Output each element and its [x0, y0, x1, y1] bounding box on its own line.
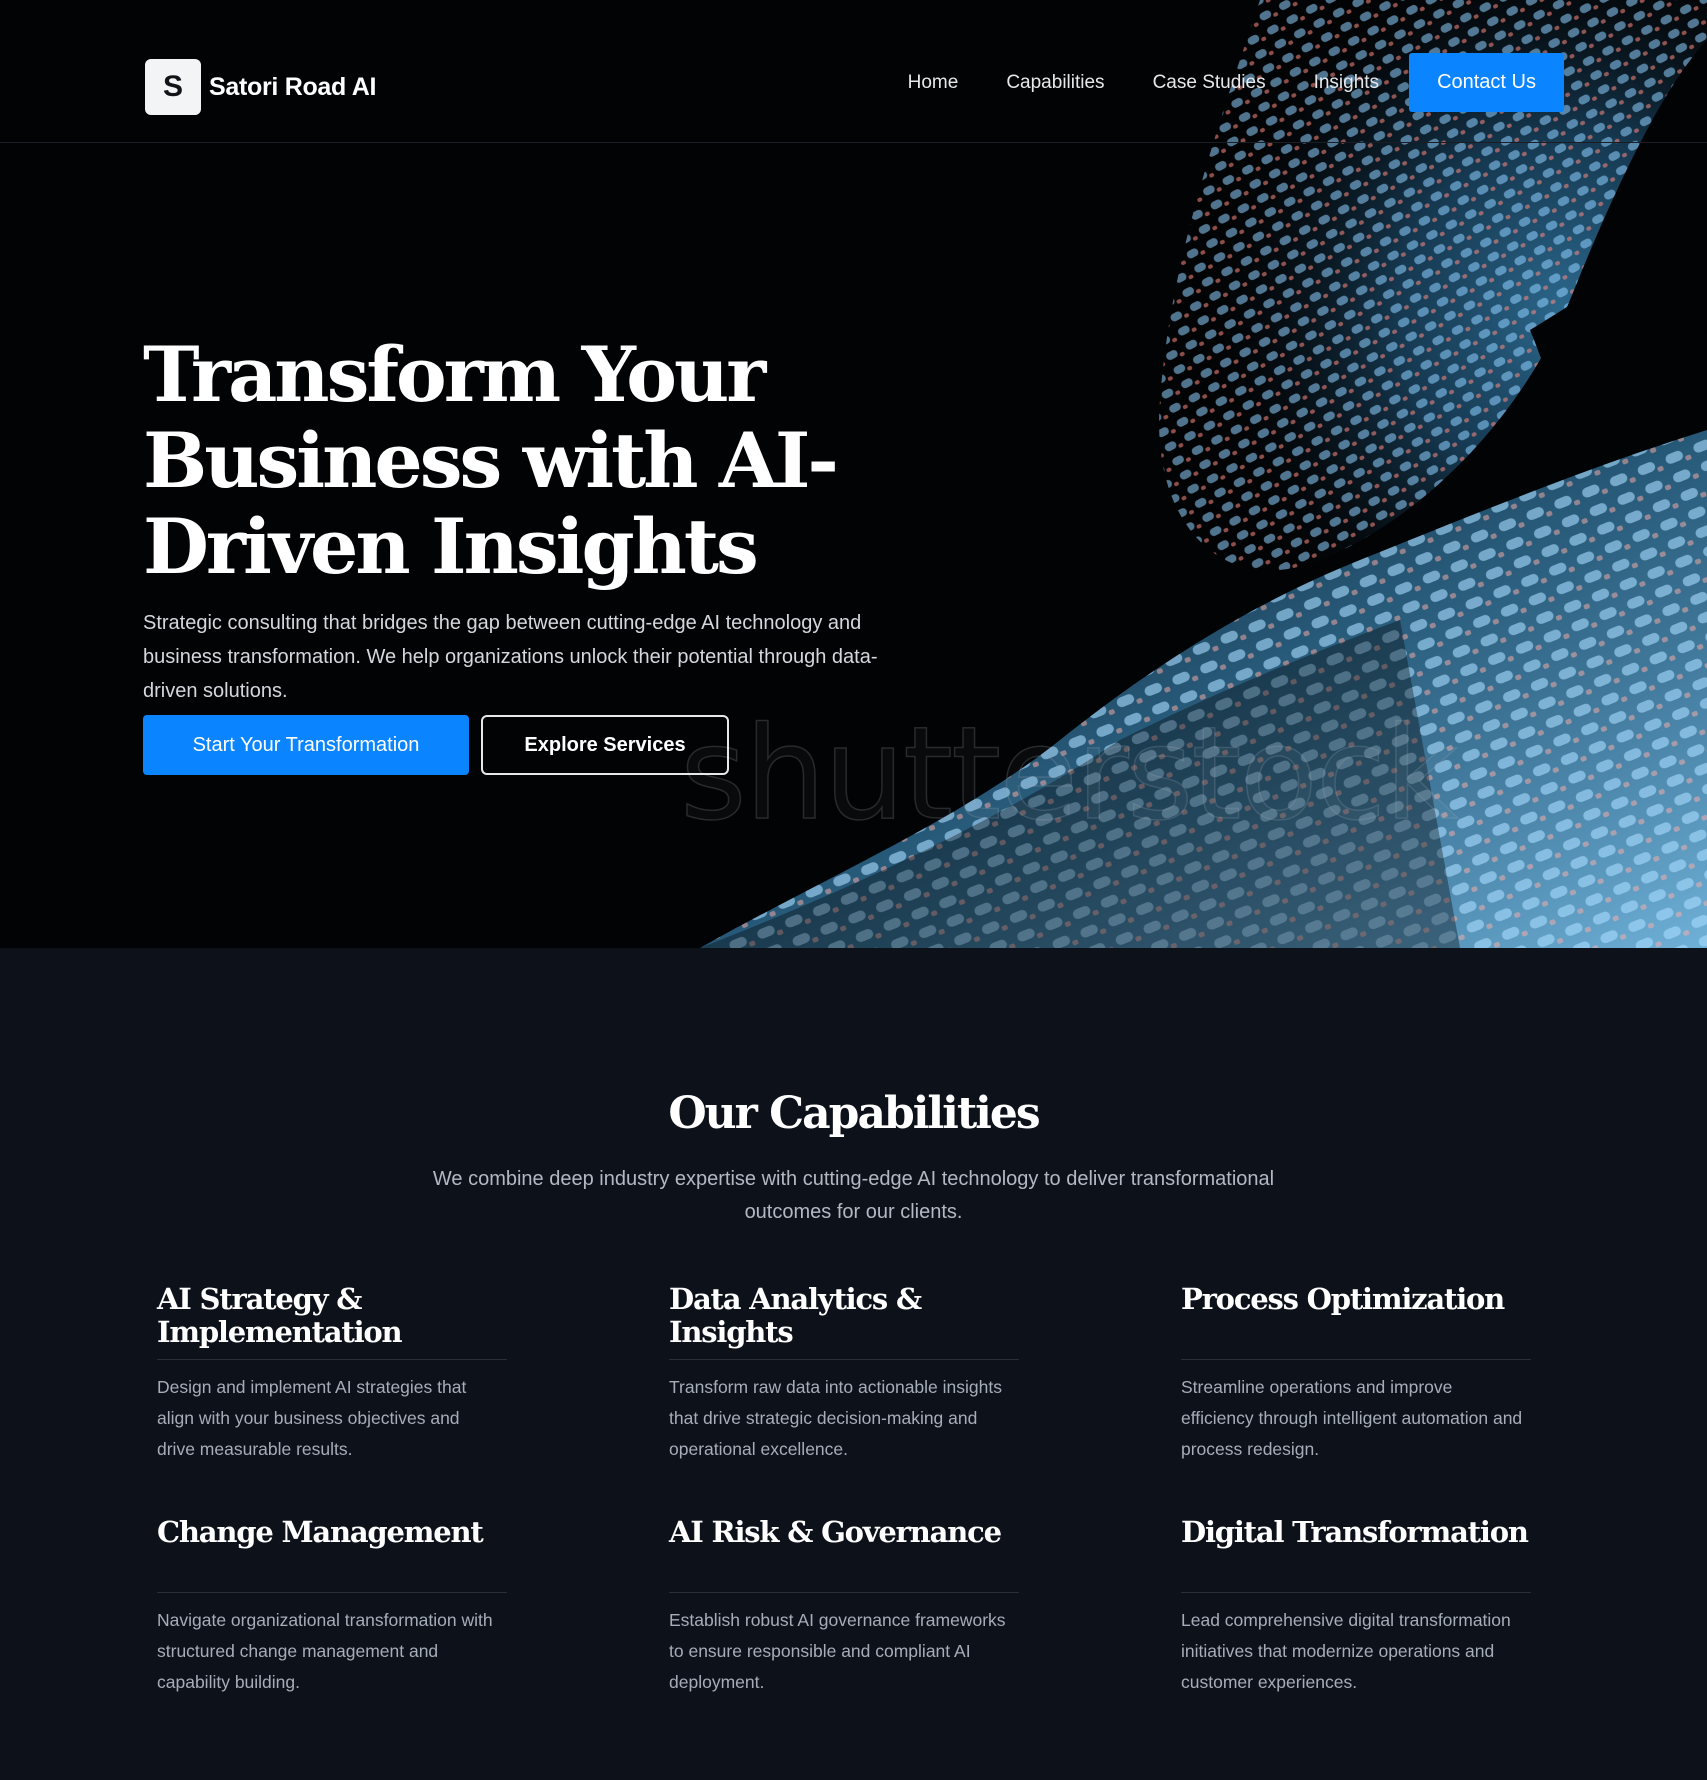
capability-title: AI Strategy & Implementation [157, 1283, 507, 1360]
capability-title: Digital Transformation [1181, 1516, 1531, 1593]
start-transformation-button[interactable]: Start Your Transformation [143, 715, 469, 775]
brand-name: Satori Road AI [209, 72, 377, 101]
capability-card-ai-risk-governance: AI Risk & Governance Establish robust AI… [669, 1516, 1019, 1698]
capability-card-process-optimization: Process Optimization Streamline operatio… [1181, 1283, 1531, 1465]
capabilities-section: Our Capabilities We combine deep industr… [0, 948, 1707, 1780]
capability-title: AI Risk & Governance [669, 1516, 1019, 1593]
capability-description: Transform raw data into actionable insig… [669, 1377, 1002, 1459]
capability-description: Design and implement AI strategies that … [157, 1377, 467, 1459]
page: shutterstock Transform Your Business wit… [0, 0, 1707, 1780]
capabilities-title: Our Capabilities [668, 1088, 1040, 1139]
capability-title: Change Management [157, 1516, 507, 1593]
explore-services-button[interactable]: Explore Services [481, 715, 729, 775]
top-navigation: S Satori Road AI Home Capabilities Case … [0, 0, 1707, 143]
capability-card-ai-strategy: AI Strategy & Implementation Design and … [157, 1283, 507, 1465]
nav-item-home[interactable]: Home [908, 72, 959, 94]
nav-item-insights[interactable]: Insights [1314, 72, 1379, 94]
logo-mark-icon: S [145, 59, 201, 115]
hero-title: Transform Your Business with AI-Driven I… [143, 330, 839, 591]
contact-us-button[interactable]: Contact Us [1409, 53, 1564, 112]
capability-description: Streamline operations and improve effici… [1181, 1377, 1523, 1459]
capability-description: Navigate organizational transformation w… [157, 1610, 493, 1692]
capabilities-subtitle: We combine deep industry expertise with … [432, 1168, 1275, 1223]
capability-description: Establish robust AI governance framework… [669, 1610, 1006, 1692]
capability-description: Lead comprehensive digital transformatio… [1181, 1610, 1511, 1692]
logo[interactable]: S Satori Road AI [145, 59, 376, 115]
hero-subtitle: Strategic consulting that bridges the ga… [143, 612, 878, 702]
capability-card-digital-transformation: Digital Transformation Lead comprehensiv… [1181, 1516, 1531, 1698]
nav-links: Home Capabilities Case Studies Insights … [908, 53, 1564, 112]
nav-item-case-studies[interactable]: Case Studies [1153, 72, 1266, 94]
capability-title: Process Optimization [1181, 1283, 1531, 1360]
capability-card-change-management: Change Management Navigate organizationa… [157, 1516, 507, 1698]
nav-item-capabilities[interactable]: Capabilities [1006, 72, 1104, 94]
capability-title: Data Analytics & Insights [669, 1283, 1019, 1360]
capability-card-data-analytics: Data Analytics & Insights Transform raw … [669, 1283, 1019, 1465]
